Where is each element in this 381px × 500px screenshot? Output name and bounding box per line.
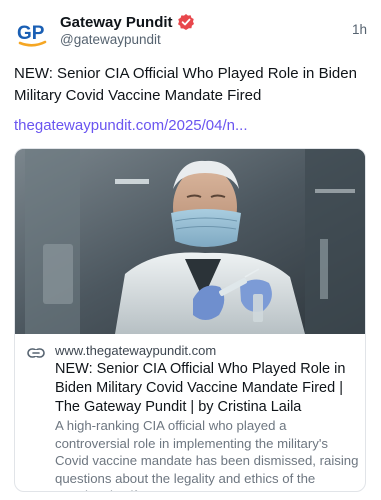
post-timestamp[interactable]: 1h (352, 22, 367, 37)
link-chain-icon (27, 346, 45, 358)
masked-man-with-syringe-image[interactable] (15, 149, 365, 334)
author-display-name[interactable]: Gateway Pundit (60, 14, 173, 31)
post-link[interactable]: thegatewaypundit.com/2025/04/n... (14, 117, 248, 134)
verified-badge-icon (177, 13, 195, 31)
author-avatar[interactable]: GP (14, 14, 52, 52)
post-text: NEW: Senior CIA Official Who Played Role… (14, 65, 357, 104)
card-title[interactable]: NEW: Senior CIA Official Who Played Role… (55, 360, 360, 417)
card-description: A high-ranking CIA official who played a… (55, 418, 359, 491)
author-handle[interactable]: @gatewaypundit (60, 32, 161, 47)
card-domain[interactable]: www.thegatewaypundit.com (55, 343, 216, 358)
author-name-row[interactable]: Gateway Pundit (60, 13, 195, 31)
link-preview-card[interactable]: www.thegatewaypundit.com NEW: Senior CIA… (14, 148, 366, 492)
social-post[interactable]: GP Gateway Pundit @gatewaypundit 1h NEW:… (0, 0, 381, 500)
avatar-monogram: GP (17, 23, 45, 44)
